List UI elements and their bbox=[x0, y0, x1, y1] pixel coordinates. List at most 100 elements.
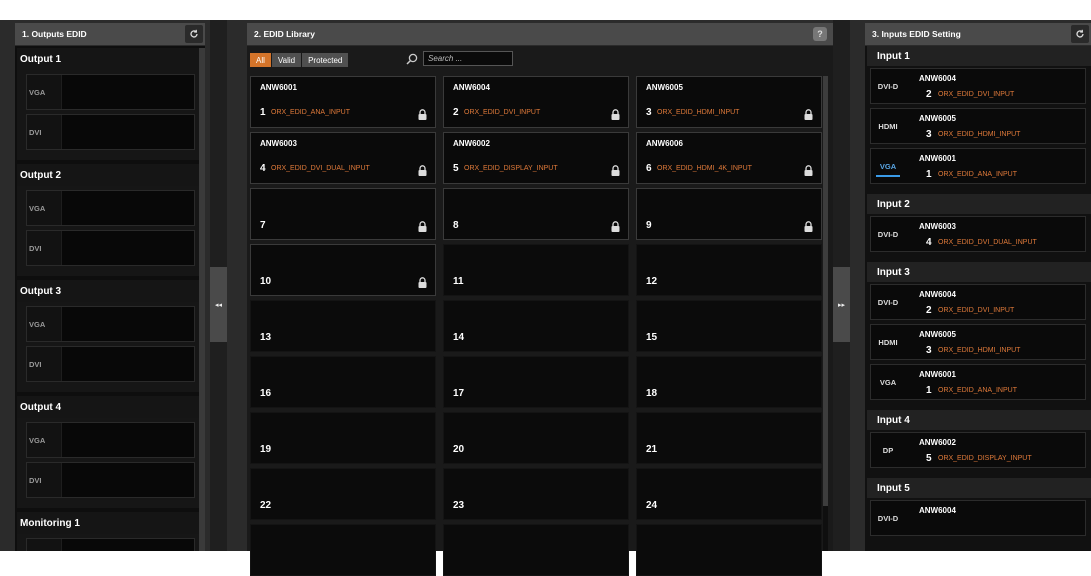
lock-icon[interactable] bbox=[804, 107, 813, 120]
filter-tab-protected[interactable]: Protected bbox=[302, 53, 349, 67]
edid-library-cell[interactable]: 12 bbox=[636, 244, 822, 296]
output-edid-slot[interactable]: VGA bbox=[26, 422, 195, 458]
edid-slot-number: 1 bbox=[260, 107, 266, 118]
edid-library-cell[interactable]: 24 bbox=[636, 468, 822, 520]
output-edid-dropzone[interactable] bbox=[61, 231, 194, 265]
edid-library-cell[interactable]: 23 bbox=[443, 468, 629, 520]
input-connector-type: DVI-D bbox=[877, 513, 899, 523]
input-edid-slot[interactable]: VGA ANW6001 1 ORX_EDID_ANA_INPUT bbox=[870, 364, 1086, 400]
edid-library-cell[interactable]: 19 bbox=[250, 412, 436, 464]
input-edid-slot[interactable]: HDMI ANW6005 3 ORX_EDID_HDMI_INPUT bbox=[870, 108, 1086, 144]
library-scrollbar-thumb[interactable] bbox=[823, 76, 828, 506]
outputs-refresh-button[interactable] bbox=[185, 25, 203, 43]
edid-library-cell[interactable] bbox=[250, 524, 436, 576]
edid-library-cell[interactable]: ANW6003 4 ORX_EDID_DVI_DUAL_INPUT bbox=[250, 132, 436, 184]
edid-library-cell[interactable] bbox=[443, 524, 629, 576]
lock-icon[interactable] bbox=[611, 219, 620, 232]
output-connector-label: DVI bbox=[29, 359, 42, 369]
edid-slot-number: 13 bbox=[260, 332, 272, 343]
output-connector-label: VGA bbox=[29, 319, 46, 329]
edid-name: ORX_EDID_DVI_DUAL_INPUT bbox=[271, 165, 370, 172]
lock-icon[interactable] bbox=[418, 163, 427, 176]
search-icon bbox=[406, 53, 418, 65]
edid-slot-number: 11 bbox=[453, 276, 464, 287]
edid-library-cell[interactable]: 16 bbox=[250, 356, 436, 408]
edid-library-cell[interactable]: 17 bbox=[443, 356, 629, 408]
edid-library-cell[interactable]: ANW6004 2 ORX_EDID_DVI_INPUT bbox=[443, 76, 629, 128]
edid-library-cell[interactable]: 20 bbox=[443, 412, 629, 464]
edid-library-cell[interactable]: 13 bbox=[250, 300, 436, 352]
inputs-edid-header: 3. Inputs EDID Setting bbox=[865, 23, 1091, 45]
output-edid-slot[interactable]: VGA bbox=[26, 538, 195, 551]
edid-library-cell[interactable]: 10 bbox=[250, 244, 436, 296]
edid-library-cell[interactable]: ANW6006 6 ORX_EDID_HDMI_4K_INPUT bbox=[636, 132, 822, 184]
lock-icon[interactable] bbox=[804, 219, 813, 232]
edid-model-label: ANW6003 bbox=[260, 139, 297, 148]
lock-icon[interactable] bbox=[611, 163, 620, 176]
edid-library-cell[interactable]: 14 bbox=[443, 300, 629, 352]
output-edid-dropzone[interactable] bbox=[61, 539, 194, 551]
collapse-right-button[interactable]: ▸▸ bbox=[833, 267, 850, 342]
library-scrollbar[interactable] bbox=[823, 76, 828, 551]
edid-model-label: ANW6005 bbox=[646, 83, 683, 92]
inputs-refresh-button[interactable] bbox=[1071, 25, 1089, 43]
lock-icon[interactable] bbox=[804, 163, 813, 176]
output-connector-label: VGA bbox=[29, 203, 46, 213]
output-edid-slot[interactable]: VGA bbox=[26, 74, 195, 110]
edid-library-cell[interactable]: ANW6002 5 ORX_EDID_DISPLAY_INPUT bbox=[443, 132, 629, 184]
output-edid-slot[interactable]: VGA bbox=[26, 190, 195, 226]
edid-library-cell[interactable]: 21 bbox=[636, 412, 822, 464]
input-edid-model: ANW6005 bbox=[919, 330, 956, 339]
collapse-left-button[interactable]: ◂◂ bbox=[210, 267, 227, 342]
input-edid-slot[interactable]: DVI-D ANW6003 4 ORX_EDID_DVI_DUAL_INPUT bbox=[870, 216, 1086, 252]
output-edid-slot[interactable]: VGA bbox=[26, 306, 195, 342]
output-edid-slot[interactable]: DVI bbox=[26, 230, 195, 266]
edid-library-cell[interactable]: 18 bbox=[636, 356, 822, 408]
edid-library-cell[interactable]: ANW6005 3 ORX_EDID_HDMI_INPUT bbox=[636, 76, 822, 128]
filter-tab-all[interactable]: All bbox=[250, 53, 271, 67]
lock-icon[interactable] bbox=[418, 275, 427, 288]
output-edid-dropzone[interactable] bbox=[61, 463, 194, 497]
edid-library-cell[interactable]: 11 bbox=[443, 244, 629, 296]
lock-icon[interactable] bbox=[611, 107, 620, 120]
edid-library-cell[interactable] bbox=[636, 524, 822, 576]
output-edid-dropzone[interactable] bbox=[61, 307, 194, 341]
output-edid-dropzone[interactable] bbox=[61, 75, 194, 109]
lock-icon[interactable] bbox=[418, 219, 427, 232]
output-edid-dropzone[interactable] bbox=[61, 191, 194, 225]
input-edid-slot[interactable]: DVI-D ANW6004 2 ORX_EDID_DVI_INPUT bbox=[870, 68, 1086, 104]
filter-tab-valid[interactable]: Valid bbox=[271, 53, 302, 67]
output-group-title: Output 3 bbox=[17, 280, 199, 302]
input-edid-model: ANW6001 bbox=[919, 154, 956, 163]
double-arrow-right-icon: ▸▸ bbox=[837, 301, 846, 309]
output-group-title: Output 2 bbox=[17, 164, 199, 186]
edid-library-cell[interactable]: 8 bbox=[443, 188, 629, 240]
output-group: Output 2 VGA DVI bbox=[17, 164, 199, 276]
output-edid-dropzone[interactable] bbox=[61, 347, 194, 381]
help-button[interactable]: ? bbox=[813, 27, 827, 41]
edid-library-cell[interactable]: 22 bbox=[250, 468, 436, 520]
search-input[interactable]: Search ... bbox=[423, 51, 513, 66]
edid-model-label: ANW6002 bbox=[453, 139, 490, 148]
input-edid-slot[interactable]: DVI-D ANW6004 bbox=[870, 500, 1086, 536]
input-edid-number: 1 bbox=[926, 385, 932, 396]
edid-slot-number: 5 bbox=[453, 163, 459, 174]
edid-library-cell[interactable]: ANW6001 1 ORX_EDID_ANA_INPUT bbox=[250, 76, 436, 128]
input-edid-slot[interactable]: HDMI ANW6005 3 ORX_EDID_HDMI_INPUT bbox=[870, 324, 1086, 360]
edid-library-cell[interactable]: 9 bbox=[636, 188, 822, 240]
output-edid-slot[interactable]: DVI bbox=[26, 462, 195, 498]
edid-library-cell[interactable]: 7 bbox=[250, 188, 436, 240]
output-edid-dropzone[interactable] bbox=[61, 115, 194, 149]
lock-icon[interactable] bbox=[418, 107, 427, 120]
double-arrow-left-icon: ◂◂ bbox=[214, 301, 223, 309]
input-edid-slot[interactable]: VGA ANW6001 1 ORX_EDID_ANA_INPUT bbox=[870, 148, 1086, 184]
input-edid-slot[interactable]: DP ANW6002 5 ORX_EDID_DISPLAY_INPUT bbox=[870, 432, 1086, 468]
edid-name: ORX_EDID_HDMI_INPUT bbox=[657, 109, 740, 116]
output-edid-slot[interactable]: DVI bbox=[26, 346, 195, 382]
selected-indicator bbox=[876, 175, 900, 177]
output-edid-dropzone[interactable] bbox=[61, 423, 194, 457]
outputs-scrollbar[interactable] bbox=[199, 48, 205, 551]
output-edid-slot[interactable]: DVI bbox=[26, 114, 195, 150]
input-edid-slot[interactable]: DVI-D ANW6004 2 ORX_EDID_DVI_INPUT bbox=[870, 284, 1086, 320]
edid-library-cell[interactable]: 15 bbox=[636, 300, 822, 352]
